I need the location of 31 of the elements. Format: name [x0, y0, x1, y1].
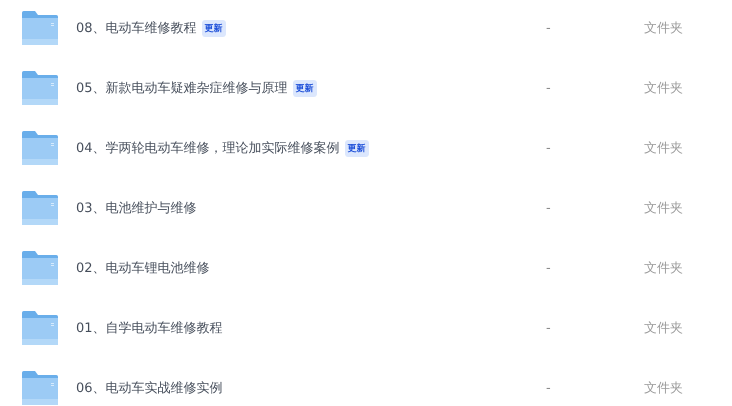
- folder-icon: [22, 131, 58, 165]
- update-badge: 更新: [202, 20, 226, 36]
- file-type: 文件夹: [644, 140, 683, 157]
- file-size: -: [546, 140, 552, 156]
- file-size: -: [546, 80, 552, 96]
- file-name[interactable]: 02、电动车锂电池维修: [76, 259, 210, 277]
- file-size: -: [546, 380, 552, 396]
- file-type: 文件夹: [644, 20, 683, 37]
- update-badge: 更新: [344, 140, 369, 156]
- folder-icon: [22, 71, 58, 105]
- file-type: 文件夹: [644, 260, 683, 277]
- file-name[interactable]: 03、电池维护与维修: [76, 199, 197, 217]
- folder-icon: [22, 371, 58, 405]
- file-size: -: [546, 260, 552, 276]
- file-name[interactable]: 05、新款电动车疑难杂症维修与原理: [76, 79, 288, 97]
- file-type: 文件夹: [644, 380, 683, 397]
- file-type: 文件夹: [644, 80, 683, 97]
- file-size: -: [546, 320, 552, 336]
- update-badge: 更新: [292, 80, 317, 96]
- file-name[interactable]: 01、自学电动车维修教程: [76, 319, 223, 337]
- file-size: -: [546, 20, 552, 36]
- folder-icon: [22, 251, 58, 285]
- folder-icon: [22, 11, 58, 45]
- file-type: 文件夹: [644, 200, 683, 217]
- file-name[interactable]: 08、电动车维修教程: [76, 19, 197, 37]
- file-name[interactable]: 06、电动车实战维修实例: [76, 379, 223, 397]
- folder-icon: [22, 311, 58, 345]
- file-type: 文件夹: [644, 320, 683, 337]
- file-size: -: [546, 200, 552, 216]
- file-name[interactable]: 04、学两轮电动车维修，理论加实际维修案例: [76, 139, 340, 157]
- folder-icon: [22, 191, 58, 225]
